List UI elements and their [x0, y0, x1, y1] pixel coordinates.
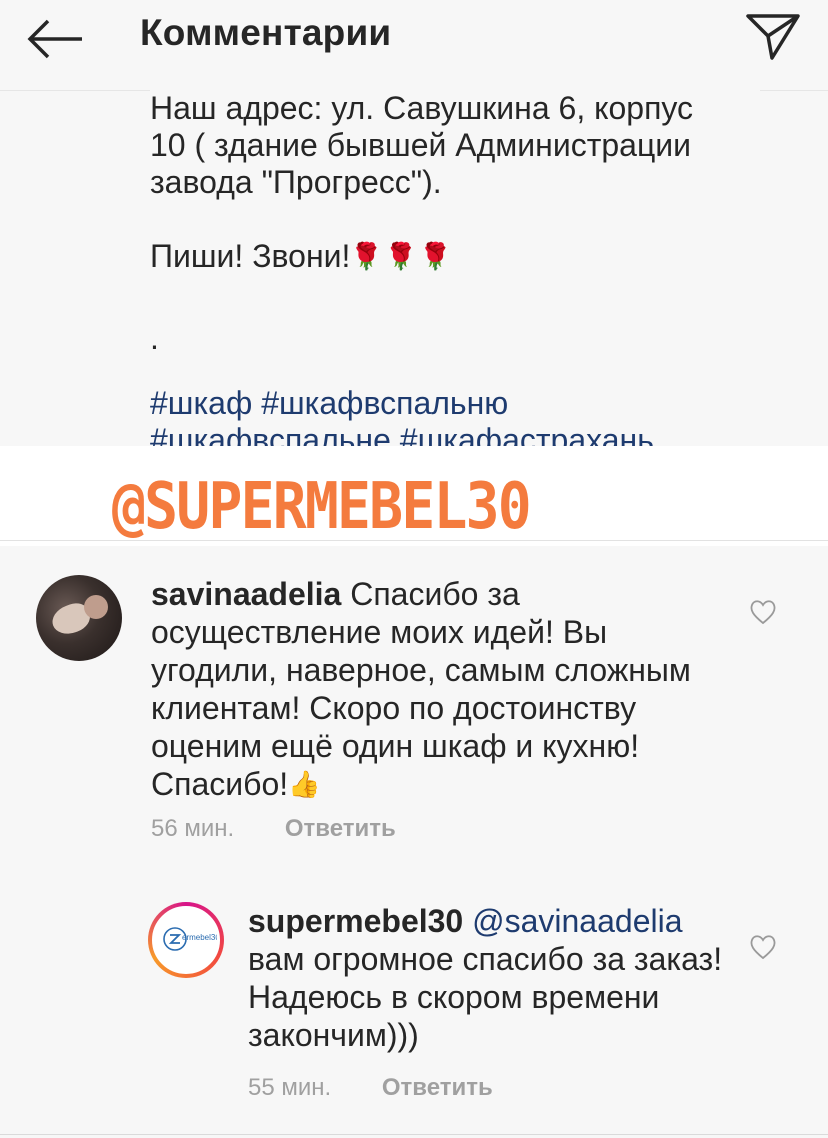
comment-body: savinaadelia Спасибо за осуществление мо…	[151, 575, 731, 803]
comment-username[interactable]: supermebel30	[248, 903, 463, 939]
post-caption: Наш адрес: ул. Савушкина 6, корпус 10 ( …	[150, 90, 760, 450]
page-title: Комментарии	[140, 12, 392, 53]
comment-text: вам огромное спасибо за заказ! Надеюсь в…	[248, 941, 723, 1053]
avatar-inner: ermebel30	[152, 906, 220, 974]
caption-address-line: завода "Прогресс").	[150, 164, 442, 200]
share-button[interactable]	[744, 10, 802, 62]
arrow-left-icon	[27, 19, 82, 59]
logo-text: ermebel30	[182, 933, 220, 942]
heart-icon	[750, 600, 776, 625]
avatar[interactable]	[36, 575, 122, 661]
caption-address-line: 10 ( здание бывшей Администрации	[150, 127, 692, 163]
comment-mention[interactable]: @savinaadelia	[472, 903, 682, 939]
heart-icon	[750, 935, 776, 960]
reply-button[interactable]: Ответить	[285, 815, 396, 843]
call-to-action-text: Пиши! Звони!	[150, 238, 351, 274]
brand-watermark: @SUPERMEBEL30	[112, 470, 532, 544]
like-button[interactable]	[748, 597, 778, 627]
top-bar: Комментарии	[0, 0, 828, 91]
rose-emoji: 🌹🌹🌹	[350, 241, 454, 271]
divider	[0, 1134, 828, 1135]
comment-timestamp: 55 мин.	[248, 1074, 332, 1101]
reply-button[interactable]: Ответить	[382, 1074, 493, 1102]
avatar[interactable]: ermebel30	[148, 902, 224, 978]
comment-body: supermebel30 @savinaadelia вам огромное …	[248, 902, 728, 1054]
hashtags-line[interactable]: #шкаф #шкафвспальню	[150, 385, 760, 422]
back-button[interactable]	[26, 14, 86, 64]
comment-timestamp: 56 мин.	[151, 815, 235, 842]
comment-username[interactable]: savinaadelia	[151, 576, 341, 612]
caption-address-line: Наш адрес: ул. Савушкина 6, корпус	[150, 90, 694, 126]
like-button[interactable]	[748, 932, 778, 962]
caption-dot: .	[150, 320, 159, 356]
comment-meta: 55 мин. Ответить	[248, 1074, 493, 1102]
caption-call-to-action: Пиши! Звони!🌹🌹🌹	[150, 238, 760, 275]
send-icon	[746, 14, 800, 60]
divider	[0, 540, 828, 541]
thumbs-up-emoji: 👍	[288, 769, 321, 799]
comment-meta: 56 мин. Ответить	[151, 815, 396, 843]
